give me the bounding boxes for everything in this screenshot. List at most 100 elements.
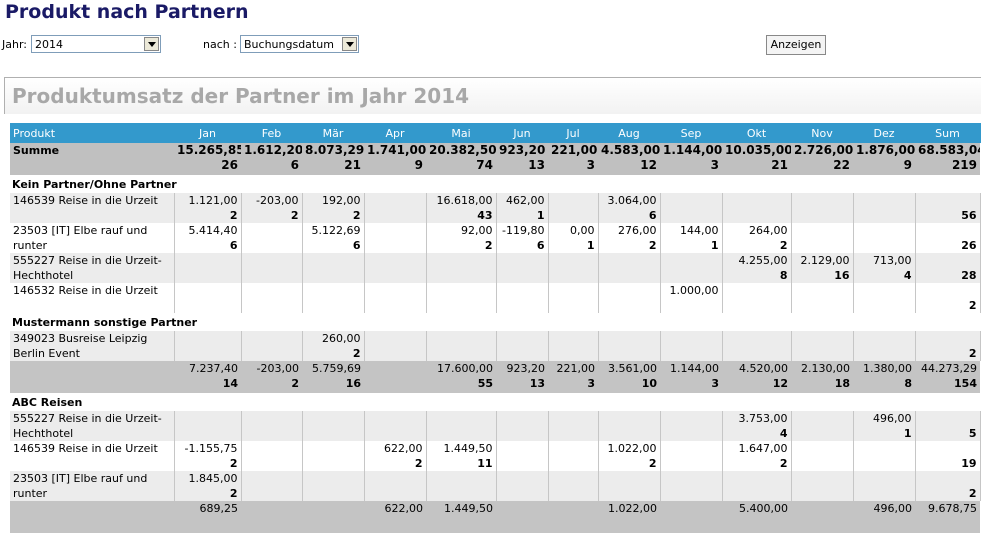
nach-select[interactable]: Buchungsdatum xyxy=(240,35,359,53)
value-cell xyxy=(496,501,548,533)
amount xyxy=(795,223,850,238)
count: 18 xyxy=(834,377,850,390)
count: 2 xyxy=(229,209,238,222)
amount xyxy=(919,441,977,456)
amount xyxy=(552,441,595,456)
count xyxy=(306,298,361,313)
count xyxy=(500,298,545,313)
count xyxy=(795,208,850,223)
partner-group-row: Mustermann sonstige Partner xyxy=(10,313,980,331)
amount xyxy=(552,331,595,346)
amount xyxy=(919,471,977,486)
count: 13 xyxy=(528,158,545,172)
count xyxy=(601,516,657,531)
count: 12 xyxy=(640,158,657,172)
amount: 1.612,20 xyxy=(244,143,302,157)
value-cell: 276,00 2 xyxy=(598,223,661,253)
count: 4 xyxy=(903,269,912,282)
amount: 713,00 xyxy=(873,254,912,267)
amount xyxy=(857,193,912,208)
amount: 1.144,00 xyxy=(663,143,722,157)
amount xyxy=(726,471,788,486)
value-cell xyxy=(548,471,599,501)
value-cell xyxy=(496,441,549,471)
count: 8 xyxy=(904,377,912,390)
amount: -119,80 xyxy=(502,224,545,237)
count: 10 xyxy=(641,377,657,390)
value-cell xyxy=(302,501,364,533)
value-cell xyxy=(241,471,303,501)
amount xyxy=(500,471,545,486)
amount xyxy=(552,471,595,486)
value-cell xyxy=(791,441,854,471)
count: 6 xyxy=(536,239,545,252)
count xyxy=(857,486,912,501)
count xyxy=(245,456,299,471)
amount: 264,00 xyxy=(749,224,788,237)
partner-group-row: ABC Reisen xyxy=(10,393,980,411)
value-cell: 1.000,00 xyxy=(660,283,723,313)
amount: 7.237,40 xyxy=(189,362,238,375)
count xyxy=(918,516,977,531)
count xyxy=(795,426,850,441)
value-cell xyxy=(660,331,723,361)
value-cell xyxy=(241,441,303,471)
count: 21 xyxy=(344,158,361,172)
count: 2 xyxy=(414,457,423,470)
count xyxy=(306,456,361,471)
value-cell: -203,00 2 xyxy=(241,361,302,393)
chevron-down-icon[interactable] xyxy=(342,37,357,51)
value-cell xyxy=(598,253,661,283)
count xyxy=(726,298,788,313)
count xyxy=(368,426,423,441)
value-cell: 1.741,00 9 xyxy=(364,143,426,175)
amount: 496,00 xyxy=(873,412,912,425)
amount xyxy=(919,193,977,208)
count: 6 xyxy=(229,239,238,252)
amount: -1.155,75 xyxy=(184,442,238,455)
chevron-down-icon[interactable] xyxy=(144,37,159,51)
amount xyxy=(430,331,493,346)
column-header: Mär xyxy=(302,123,365,143)
product-name: 146539 Reise in die Urzeit xyxy=(10,193,175,223)
count xyxy=(726,486,788,501)
amount xyxy=(857,283,912,298)
amount xyxy=(664,331,719,346)
count: 43 xyxy=(477,209,493,222)
subtotal-label xyxy=(10,501,174,533)
count: 11 xyxy=(477,457,493,470)
amount xyxy=(430,411,493,426)
amount xyxy=(499,501,545,516)
table-row: 146539 Reise in die Urzeit -1.155,75 2 622… xyxy=(10,441,981,471)
amount xyxy=(602,331,657,346)
amount xyxy=(857,441,912,456)
count: 22 xyxy=(833,158,850,172)
value-cell xyxy=(722,193,792,223)
count xyxy=(552,486,595,501)
amount: 689,25 xyxy=(199,502,239,515)
count xyxy=(552,346,595,361)
count: 19 xyxy=(961,457,977,470)
value-cell: 20.382,50 74 xyxy=(426,143,496,175)
value-cell: 5.122,69 6 xyxy=(302,223,365,253)
value-cell xyxy=(722,331,792,361)
table-row: 146539 Reise in die Urzeit 1.121,00 2 -203,… xyxy=(10,193,981,223)
amount xyxy=(602,411,657,426)
count xyxy=(368,208,423,223)
value-cell: 713,00 4 xyxy=(853,253,916,283)
value-cell: 92,00 2 xyxy=(426,223,497,253)
value-cell xyxy=(660,193,723,223)
anzeigen-button[interactable]: Anzeigen xyxy=(766,35,826,55)
value-cell: 16.618,00 43 xyxy=(426,193,497,223)
value-cell: 260,00 2 xyxy=(302,331,365,361)
count xyxy=(795,238,850,253)
amount xyxy=(795,411,850,426)
amount: 260,00 xyxy=(322,332,361,345)
amount xyxy=(178,331,238,346)
value-cell xyxy=(853,331,916,361)
value-cell xyxy=(241,411,303,441)
value-cell xyxy=(853,283,916,313)
count xyxy=(245,486,299,501)
jahr-select[interactable]: 2014 xyxy=(31,35,161,53)
subtotal-row: 7.237,40 14 -203,00 2 5.759,69 16 17.600,00 55… xyxy=(10,361,980,393)
